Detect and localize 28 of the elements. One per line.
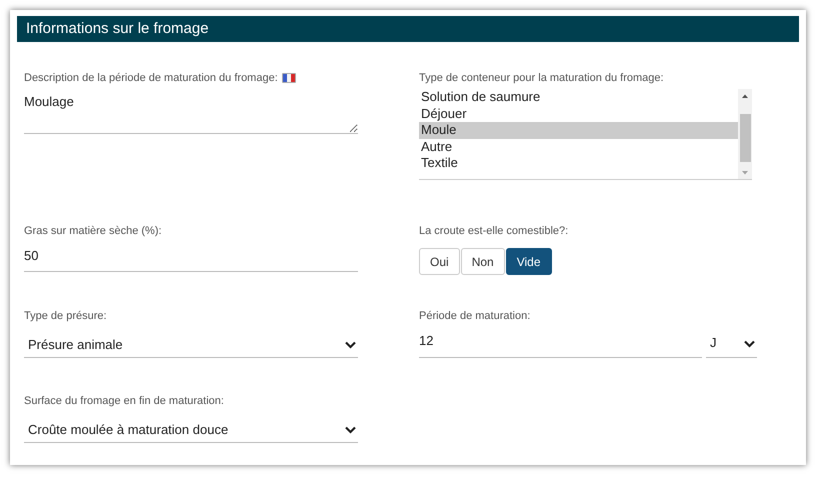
chevron-down-icon [744,340,755,348]
scrollbar[interactable] [738,89,752,179]
field-label: Description de la période de maturation du fromage: [24,70,278,86]
toggle-button[interactable]: Non [460,248,505,275]
toggle-button[interactable]: Oui [419,248,460,275]
chevron-down-icon [345,426,356,434]
listbox-option[interactable]: Textile [419,155,738,172]
listbox-option[interactable]: Solution de saumure [419,89,738,106]
field-label: Type de présure: [24,308,107,324]
field-label: Période de maturation: [419,308,530,324]
field-label: Type de conteneur pour la maturation du fromage: [419,70,664,86]
field-label: La croute est-elle comestible?: [419,224,568,239]
listbox-option[interactable]: Déjouer [419,106,738,122]
listbox-option[interactable]: Autre [419,138,738,155]
flag-icon[interactable] [282,73,296,83]
toggle-button[interactable]: Vide [506,248,552,275]
unit-select[interactable]: J [706,332,757,358]
listbox-option[interactable]: Moule [419,122,738,138]
select-field[interactable]: Croûte moulée à maturation douce [24,417,358,443]
field-label: Gras sur matière sèche (%): [24,224,162,239]
chevron-down-icon [345,340,356,348]
description-field[interactable]: Moulage [24,94,358,134]
period-field[interactable]: 12 [419,332,702,358]
panel-title: Informations sur le fromage [26,18,209,39]
container-listbox[interactable]: Solution de saumure Déjouer Moule Autre Textile [419,89,752,180]
select-field[interactable]: Présure animale [24,332,358,358]
fat-content-field[interactable]: 50 [24,247,358,272]
field-label: Surface du fromage en fin de maturation: [24,394,224,409]
